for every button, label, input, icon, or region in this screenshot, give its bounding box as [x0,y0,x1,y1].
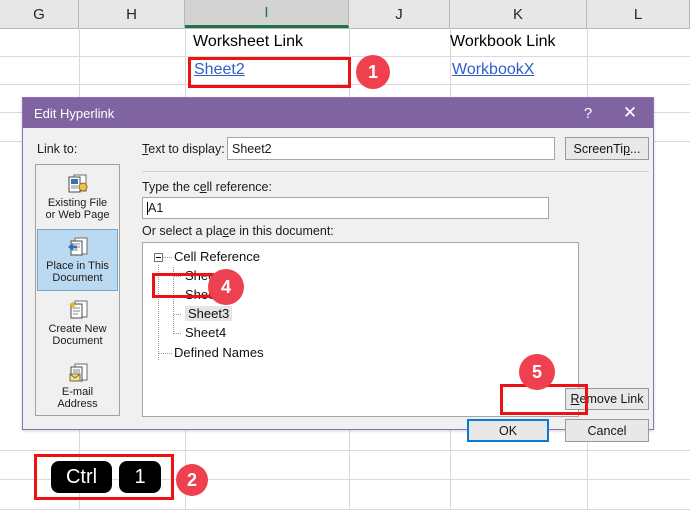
tree-node-sheet3[interactable]: Sheet3 [185,306,233,321]
sidebar-item-existing-file-label: Existing File or Web Page [45,197,109,222]
annotation-box-sheet3-node [152,273,214,298]
select-place-label-a: Or select a pla [142,224,223,238]
text-to-display-label: Text to display: [142,142,225,156]
cell-reference-value: A1 [148,201,164,215]
text-to-display-input[interactable]: Sheet2 [227,137,555,160]
select-place-label: Or select a place in this document: [142,224,334,238]
column-header-l-label: L [633,5,643,23]
sidebar-email-line2: Address [57,398,98,410]
column-header-g-label: G [33,5,45,23]
existing-file-icon [66,173,90,195]
tree-connector-defined-names [159,353,172,354]
text-to-display-label-rest: ext to display: [148,142,225,156]
cell-reference-input[interactable]: A1 [142,197,549,219]
column-header-row: G H I J K L [0,0,690,29]
close-icon[interactable]: ✕ [613,98,647,128]
cell-k-workbook-link-value[interactable]: WorkbookX [452,61,534,79]
sidebar-create-line1: Create New [48,322,107,335]
annotation-box-sheet2-cell [188,57,351,88]
column-header-g[interactable]: G [0,0,79,28]
annotation-marker-2: 2 [176,464,208,496]
place-in-document-icon [66,236,90,258]
text-to-display-value: Sheet2 [232,141,272,156]
sidebar-create-line2: Document [52,335,103,347]
tree-node-defined-names[interactable]: Defined Names [174,345,264,360]
annotation-marker-5: 5 [519,354,555,390]
key-1[interactable]: 1 [119,461,161,493]
cell-reference-label: Type the cell reference: [142,180,272,194]
screentip-button-label: ScreenTip... [573,141,641,156]
dialog-title-bar: Edit Hyperlink ? ✕ [23,98,653,128]
annotation-marker-1: 1 [356,55,390,89]
column-header-h-label: H [126,5,137,23]
sidebar-existing-file-line1: Existing File [47,196,108,209]
sidebar-place-line2: Document [52,272,103,284]
sidebar-item-email-address[interactable]: E-mail Address [37,355,118,417]
column-header-j-label: J [395,5,403,23]
screentip-button[interactable]: ScreenTip... [565,137,649,160]
tree-connector-root [163,257,172,258]
select-place-label-b: e in this document: [228,224,334,238]
sidebar-existing-file-line2: or Web Page [45,209,110,221]
column-header-j[interactable]: J [349,0,450,28]
sidebar-email-line1: E-mail [61,385,94,398]
column-header-k[interactable]: K [450,0,587,28]
help-icon[interactable]: ? [571,98,605,128]
cell-i-worksheet-link-header[interactable]: Worksheet Link [193,33,303,51]
tree-connector-sheet3 [174,314,182,315]
sidebar-item-create-new-document-label: Create New Document [48,323,106,348]
column-header-k-label: K [512,5,523,23]
cell-k-workbook-link-header[interactable]: Workbook Link [450,33,556,51]
email-address-icon [66,362,90,384]
link-to-label: Link to: [37,142,78,156]
column-header-h[interactable]: H [79,0,185,28]
cancel-button[interactable]: Cancel [565,419,649,442]
dialog-divider [142,171,649,172]
tree-node-sheet4[interactable]: Sheet4 [185,325,226,340]
sidebar-item-place-in-document-label: Place in This Document [46,260,109,285]
sidebar-item-email-address-label: E-mail Address [57,386,97,411]
annotation-marker-4: 4 [208,269,244,305]
edit-hyperlink-dialog: Edit Hyperlink ? ✕ Link to: Existing Fil… [22,97,654,442]
link-to-panel: Existing File or Web Page Place in This … [35,164,120,416]
sidebar-place-line1: Place in This [46,259,109,272]
annotation-box-ok-button [500,384,588,415]
dialog-title: Edit Hyperlink [34,105,115,121]
create-new-document-icon [66,299,90,321]
tree-node-cell-reference[interactable]: Cell Reference [174,249,260,264]
ok-button[interactable]: OK [467,419,549,442]
sidebar-item-existing-file-or-web-page[interactable]: Existing File or Web Page [37,166,118,228]
cell-reference-label-b: ll reference: [206,180,272,194]
tree-connector-sheet4 [174,333,182,334]
column-header-l[interactable]: L [587,0,690,28]
column-header-i-label: I [264,4,269,21]
sidebar-item-place-in-this-document[interactable]: Place in This Document [37,229,118,291]
ok-button-label: OK [498,423,518,438]
column-header-i[interactable]: I [185,0,349,28]
tree-expander-cell-reference[interactable] [154,253,163,262]
cancel-button-label: Cancel [587,423,627,438]
sidebar-item-create-new-document[interactable]: Create New Document [37,292,118,354]
cell-reference-label-a: Type the c [142,180,200,194]
screenshot-root: G H I J K L Worksheet Link Sheet2 Workbo… [0,0,690,510]
key-ctrl[interactable]: Ctrl [51,461,112,493]
